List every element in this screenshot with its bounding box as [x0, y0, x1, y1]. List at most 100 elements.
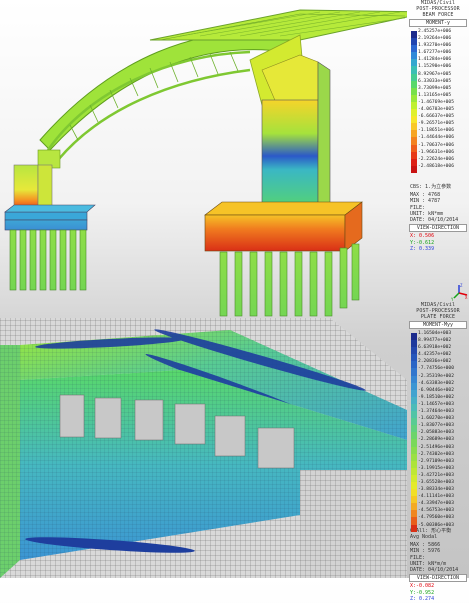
- legend-value: -4.33947e+003: [418, 501, 454, 507]
- legend-value: -4.11141e+003: [418, 494, 454, 500]
- legend-swatch: [411, 481, 417, 490]
- legend-value: -1.18651e+006: [418, 128, 454, 134]
- legend-swatch: [411, 396, 417, 404]
- legend-value: -9.26571e+005: [418, 121, 454, 127]
- plate-force-panel: MIDAS/Civil POST-PROCESSOR PLATE FORCE M…: [407, 302, 469, 603]
- legend-swatch: [411, 109, 417, 117]
- legend-value: -1.46769e+005: [418, 99, 454, 105]
- legend-value: -7.74756e+000: [418, 366, 454, 372]
- legend-swatch: [411, 151, 417, 159]
- legend-swatch: [411, 354, 417, 362]
- legend-value: 2.19264e+006: [418, 36, 452, 42]
- legend-value: -4.79560e+003: [418, 515, 454, 521]
- legend-value: 1.13165e+005: [418, 92, 452, 98]
- legend-swatch: [411, 524, 417, 532]
- legend-swatch: [411, 116, 417, 124]
- legend-value: -3.88334e+003: [418, 487, 454, 493]
- legend-swatch: [411, 130, 417, 138]
- result-type: BEAM FORCE: [422, 12, 454, 18]
- legend-swatch: [411, 425, 417, 433]
- legend-swatches: [411, 31, 417, 173]
- legend-swatch: [411, 144, 417, 152]
- svg-text:Y: Y: [451, 297, 454, 301]
- min-value: MIN : 5976: [410, 548, 441, 554]
- model-viewport[interactable]: [0, 0, 407, 578]
- legend-value: -3.42721e+003: [418, 472, 454, 478]
- legend-value: -5.00386e+003: [418, 522, 454, 528]
- beam-force-panel: MIDAS/Civil POST-PROCESSOR BEAM FORCE MO…: [407, 0, 469, 253]
- legend-value: -1.44644e+006: [418, 135, 454, 141]
- legend-swatch: [411, 340, 417, 348]
- legend-value: 1.93270e+006: [418, 43, 452, 49]
- legend-value: -3.19915e+003: [418, 465, 454, 471]
- legend-swatches: [411, 333, 417, 532]
- legend-swatch: [411, 368, 417, 376]
- legend-value: -9.18510e+002: [418, 394, 454, 400]
- legend-value: 1.16504e+003: [418, 331, 452, 336]
- legend-value: -1.14657e+003: [418, 401, 454, 407]
- model-render: [0, 9, 407, 578]
- legend-swatch: [411, 347, 417, 355]
- legend-value: -2.48618e+006: [418, 163, 454, 169]
- color-legend: 1.16504e+003 8.99477e+002 6.63918e+002 4.42…: [409, 330, 469, 532]
- legend-value: -2.74302e+003: [418, 451, 454, 457]
- view-direction-label: VIEW-DIRECTION: [409, 224, 467, 232]
- legend-value: -4.56753e+003: [418, 508, 454, 514]
- legend-swatch: [411, 489, 417, 497]
- plate-model: [0, 318, 407, 578]
- legend-swatch: [411, 52, 417, 60]
- legend-values: 1.16504e+003 8.99477e+002 6.63918e+002 4.42…: [418, 330, 454, 529]
- view-direction-label: VIEW-DIRECTION: [409, 574, 467, 582]
- legend-swatch: [411, 389, 417, 397]
- legend-value: 1.67277e+006: [418, 50, 452, 56]
- legend-value: -4.63383e+002: [418, 380, 454, 386]
- legend-value: -1.96631e+006: [418, 149, 454, 155]
- legend-value: -1.83077e+003: [418, 423, 454, 429]
- legend-value: -1.37464e+003: [418, 409, 454, 415]
- min-value: MIN : 4787: [410, 198, 441, 204]
- left-pier: [4, 149, 96, 291]
- legend-swatch: [411, 510, 417, 518]
- legend-value: 8.92967e+005: [418, 71, 452, 77]
- legend-swatch: [411, 45, 417, 53]
- legend-value: -2.05883e+003: [418, 430, 454, 436]
- legend-swatch: [411, 66, 417, 74]
- legend-swatch: [411, 496, 417, 504]
- legend-swatch: [411, 137, 417, 145]
- legend-swatch: [411, 375, 417, 383]
- smoothing-label: Avg Nodal: [410, 534, 438, 540]
- legend-swatch: [411, 165, 417, 173]
- legend-value: -3.65528e+003: [418, 479, 454, 485]
- view-z: Z: 0.339: [410, 246, 435, 252]
- component-label: MOMENT-y: [409, 19, 467, 27]
- legend-value: -6.66637e+005: [418, 114, 454, 120]
- legend-swatch: [411, 453, 417, 461]
- legend-value: 1.41284e+006: [418, 57, 452, 63]
- legend-value: 3.73099e+005: [418, 85, 452, 91]
- color-legend: 2.45257e+006 2.19264e+006 1.93270e+006 1.67…: [409, 28, 469, 184]
- legend-swatch: [411, 101, 417, 110]
- legend-value: 6.33033e+005: [418, 78, 452, 84]
- legend-value: 2.20836e+002: [418, 359, 452, 365]
- legend-swatch: [411, 123, 417, 131]
- legend-swatch: [411, 517, 417, 525]
- legend-value: -4.06703e+005: [418, 107, 454, 113]
- legend-swatch: [411, 59, 417, 67]
- legend-swatch: [411, 158, 417, 166]
- legend-swatch: [411, 87, 417, 95]
- legend-value: -2.51496e+003: [418, 444, 454, 450]
- results-sidebar: MIDAS/Civil POST-PROCESSOR BEAM FORCE MO…: [407, 0, 469, 602]
- legend-values: 2.45257e+006 2.19264e+006 1.93270e+006 1.67…: [418, 28, 454, 170]
- legend-swatch: [411, 361, 417, 369]
- legend-swatch: [411, 382, 417, 390]
- svg-text:Z: Z: [460, 283, 463, 288]
- legend-swatch: [411, 439, 417, 447]
- legend-swatch: [411, 467, 417, 475]
- legend-swatch: [411, 418, 417, 426]
- legend-value: 2.45257e+006: [418, 29, 452, 34]
- svg-text:X: X: [465, 295, 468, 300]
- legend-swatch: [411, 446, 417, 454]
- legend-swatch: [411, 411, 417, 419]
- legend-swatch: [411, 94, 417, 102]
- legend-swatch: [411, 38, 417, 46]
